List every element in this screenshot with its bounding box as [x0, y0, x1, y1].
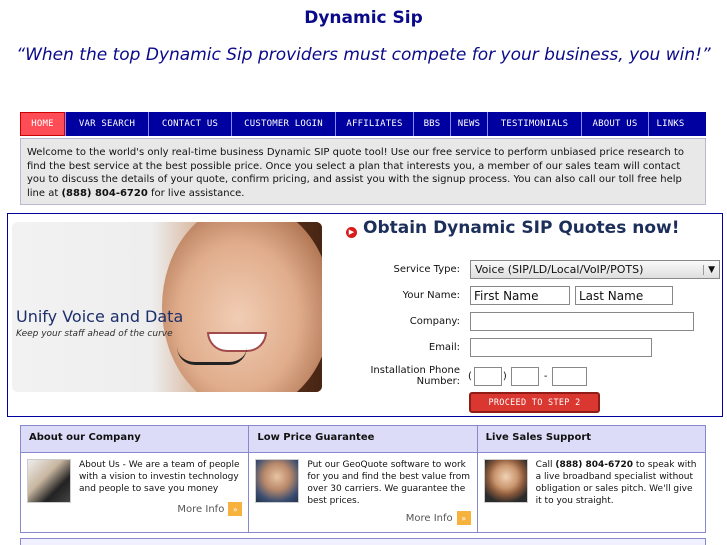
nav-links[interactable]: LINKS [648, 112, 692, 136]
welcome-text-end: for live assistance. [147, 187, 245, 199]
price-panel: Low Price Guarantee Put our GeoQuote sof… [248, 426, 477, 532]
specialist-photo [255, 459, 300, 503]
first-name-input[interactable] [470, 286, 570, 305]
footer-strip [20, 538, 706, 545]
phone-line-input[interactable] [552, 366, 588, 386]
company-row: Company: [326, 312, 694, 331]
nav-affiliates[interactable]: AFFILIATES [335, 112, 413, 136]
name-row: Your Name: [326, 286, 673, 305]
chevron-down-icon: ▼ [703, 264, 715, 275]
more-info-label: More Info [177, 503, 225, 515]
price-body: Put our GeoQuote software to work for yo… [249, 453, 476, 513]
support-phone: (888) 804-6720 [555, 460, 634, 470]
hero-banner: Unify Voice and Data Keep your staff ahe… [12, 222, 322, 392]
support-body: Call (888) 804-6720 to speak with a live… [478, 453, 705, 513]
main-nav: HOME VAR SEARCH CONTACT US CUSTOMER LOGI… [20, 112, 706, 136]
team-photo [27, 459, 71, 503]
service-type-value: Voice (SIP/LD/Local/VoIP/POTS) [475, 263, 644, 276]
headset-icon [177, 347, 247, 365]
hero-headline: Unify Voice and Data [16, 307, 184, 326]
hero-subline: Keep your staff ahead of the curve [16, 329, 173, 339]
company-label: Company: [409, 316, 460, 327]
support-heading: Live Sales Support [477, 426, 705, 453]
nav-home[interactable]: HOME [20, 112, 65, 136]
about-text: About Us - We are a team of people with … [79, 460, 240, 494]
phone-paren-close: ) [502, 370, 507, 382]
nav-var-search[interactable]: VAR SEARCH [65, 112, 148, 136]
about-more-info-link[interactable]: More Info » [177, 502, 243, 516]
phone-paren-open: ( [468, 370, 472, 382]
support-text: Call (888) 804-6720 to speak with a live… [536, 459, 699, 507]
nav-contact-us[interactable]: CONTACT US [148, 112, 231, 136]
quote-section: Unify Voice and Data Keep your staff ahe… [7, 213, 723, 417]
support-text-start: Call [535, 460, 556, 470]
nav-about-us[interactable]: ABOUT US [581, 112, 648, 136]
form-title-text: Obtain Dynamic SIP Quotes now! [363, 218, 680, 238]
service-type-row: Service Type: Voice (SIP/LD/Local/VoIP/P… [326, 260, 720, 279]
more-info-label: More Info [405, 512, 453, 524]
help-line-phone: (888) 804-6720 [61, 187, 148, 199]
name-label: Your Name: [402, 290, 460, 301]
email-row: Email: [326, 338, 652, 357]
email-input[interactable] [470, 338, 652, 357]
price-heading: Low Price Guarantee [249, 426, 477, 453]
welcome-message: Welcome to the world's only real-time bu… [20, 138, 706, 205]
play-circle-icon: ▶ [346, 226, 357, 238]
email-label: Email: [428, 342, 460, 353]
double-chevron-right-icon: » [228, 502, 243, 516]
nav-bbs[interactable]: BBS [413, 112, 450, 136]
company-input[interactable] [470, 312, 694, 331]
info-panels: About our Company About Us - We are a te… [20, 425, 706, 533]
form-title: ▶ Obtain Dynamic SIP Quotes now! [346, 218, 679, 238]
phone-area-code-input[interactable] [473, 366, 502, 386]
phone-prefix-input[interactable] [510, 366, 539, 386]
service-type-select[interactable]: Voice (SIP/LD/Local/VoIP/POTS) ▼ [470, 260, 720, 279]
double-chevron-right-icon: » [456, 511, 471, 525]
nav-customer-login[interactable]: CUSTOMER LOGIN [231, 112, 335, 136]
nav-news[interactable]: NEWS [450, 112, 487, 136]
about-panel: About our Company About Us - We are a te… [21, 426, 249, 532]
support-agent-photo [483, 459, 528, 503]
site-title: Dynamic Sip [304, 8, 423, 28]
about-body: About Us - We are a team of people with … [21, 453, 248, 509]
hero-photo-face [162, 222, 322, 392]
site-tagline: “When the top Dynamic Sip providers must… [16, 45, 711, 65]
price-more-info-link[interactable]: More Info » [406, 511, 471, 525]
proceed-step-2-button[interactable]: PROCEED TO STEP 2 [469, 392, 600, 413]
phone-dash: - [543, 370, 548, 382]
service-type-label: Service Type: [393, 264, 460, 275]
phone-label: Installation Phone Number: [370, 365, 460, 387]
last-name-input[interactable] [575, 286, 673, 305]
about-heading: About our Company [21, 426, 249, 453]
phone-row: Installation Phone Number: ( ) - [326, 365, 588, 387]
nav-testimonials[interactable]: TESTIMONIALS [487, 112, 581, 136]
support-panel: Live Sales Support Call (888) 804-6720 t… [476, 426, 705, 532]
price-text: Put our GeoQuote software to work for yo… [307, 460, 471, 506]
